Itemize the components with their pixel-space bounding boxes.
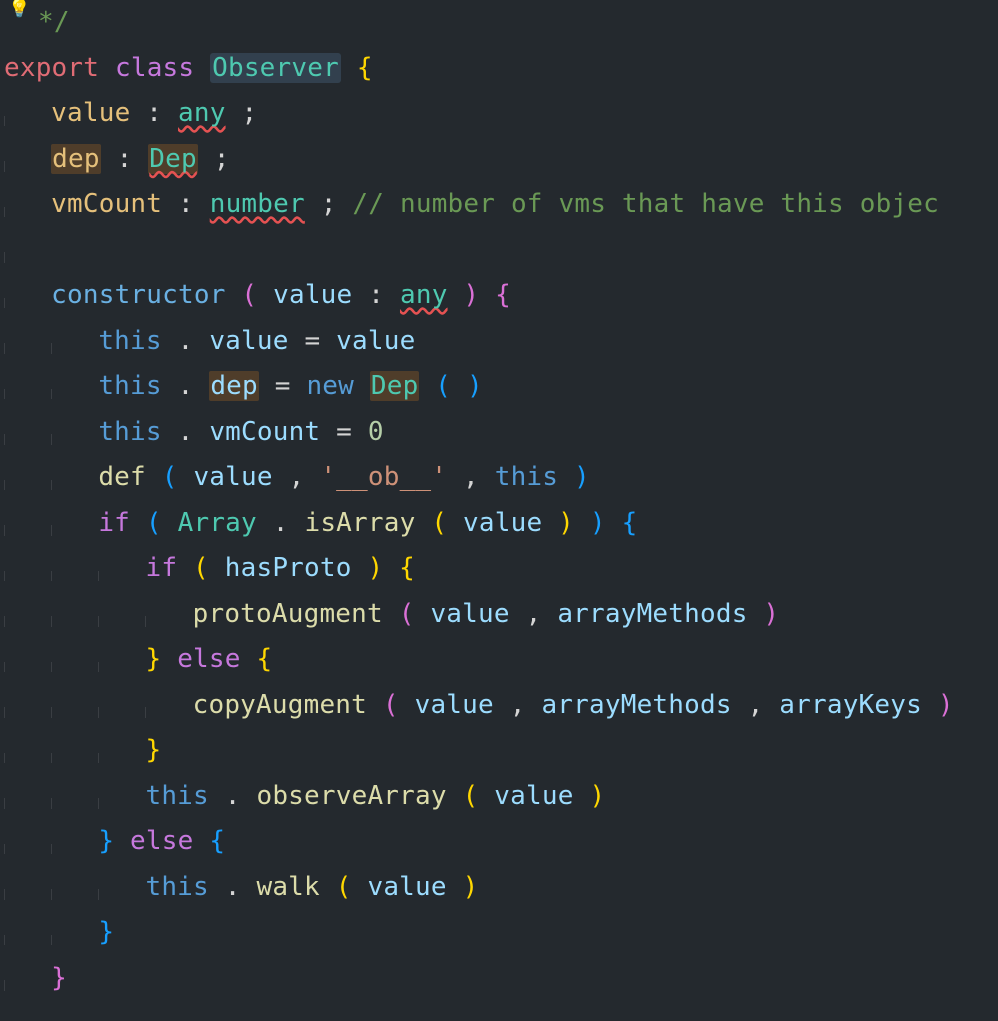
fn-walk: walk (256, 872, 319, 902)
ctor-dep: Dep (370, 371, 420, 401)
code-line: } else { (4, 819, 994, 865)
code-line: copyAugment ( value , arrayMethods , arr… (4, 683, 994, 729)
param-value: value (273, 280, 352, 310)
keyword-else: else (177, 644, 240, 674)
code-line: this . observeArray ( value ) (4, 774, 994, 820)
code-line: vmCount : number ; // number of vms that… (4, 182, 994, 228)
code-line: if ( hasProto ) { (4, 546, 994, 592)
type-number: number (210, 189, 305, 219)
code-line: dep : Dep ; (4, 137, 994, 183)
string-ob: '__ob__' (320, 462, 447, 492)
code-line: } else { (4, 637, 994, 683)
code-line: this . vmCount = 0 (4, 410, 994, 456)
brace-open: { (357, 53, 373, 83)
code-line: } (4, 728, 994, 774)
code-line: } (4, 910, 994, 956)
type-dep: Dep (148, 144, 198, 174)
code-line: } (4, 956, 994, 1002)
var-arraymethods: arrayMethods (557, 599, 747, 629)
keyword-export: export (4, 53, 99, 83)
code-line: this . walk ( value ) (4, 865, 994, 911)
code-line: if ( Array . isArray ( value ) ) { (4, 501, 994, 547)
code-line: value : any ; (4, 91, 994, 137)
code-line: constructor ( value : any ) { (4, 273, 994, 319)
keyword-new: new (306, 371, 354, 401)
code-line: def ( value , '__ob__' , this ) (4, 455, 994, 501)
literal-zero: 0 (368, 417, 384, 447)
keyword-if: if (98, 508, 130, 538)
code-line: protoAugment ( value , arrayMethods ) (4, 592, 994, 638)
constructor: constructor (51, 280, 225, 310)
code-line: export class Observer { (4, 46, 994, 92)
class-name: Observer (210, 53, 341, 83)
prop-dep-use: dep (209, 371, 259, 401)
prop-vmcount: vmCount (51, 189, 162, 219)
fn-def: def (98, 462, 146, 492)
var-hasproto: hasProto (225, 553, 352, 583)
fn-isarray: isArray (304, 508, 415, 538)
var-arraykeys: arrayKeys (779, 690, 922, 720)
fn-observearray: observeArray (256, 781, 446, 811)
type-any-2: any (400, 280, 448, 310)
lightbulb-icon[interactable]: 💡 (8, 0, 31, 18)
type-any: any (178, 98, 226, 128)
keyword-class: class (115, 53, 194, 83)
code-line: this . dep = new Dep ( ) (4, 364, 994, 410)
keyword-this: this (98, 326, 161, 356)
code-line: this . value = value (4, 319, 994, 365)
fn-protoaugment: protoAugment (193, 599, 383, 629)
comment: // number of vms that have this objec (352, 189, 939, 219)
prop-value: value (51, 98, 130, 128)
fn-copyaugment: copyAugment (193, 690, 367, 720)
code-editor[interactable]: 💡 */ export class Observer { value : any… (0, 0, 998, 1021)
code-line-blank (4, 228, 994, 274)
comment-close: */ (38, 7, 70, 37)
code-line: 💡 */ (4, 0, 994, 46)
prop-dep: dep (51, 144, 101, 174)
global-array: Array (178, 508, 257, 538)
